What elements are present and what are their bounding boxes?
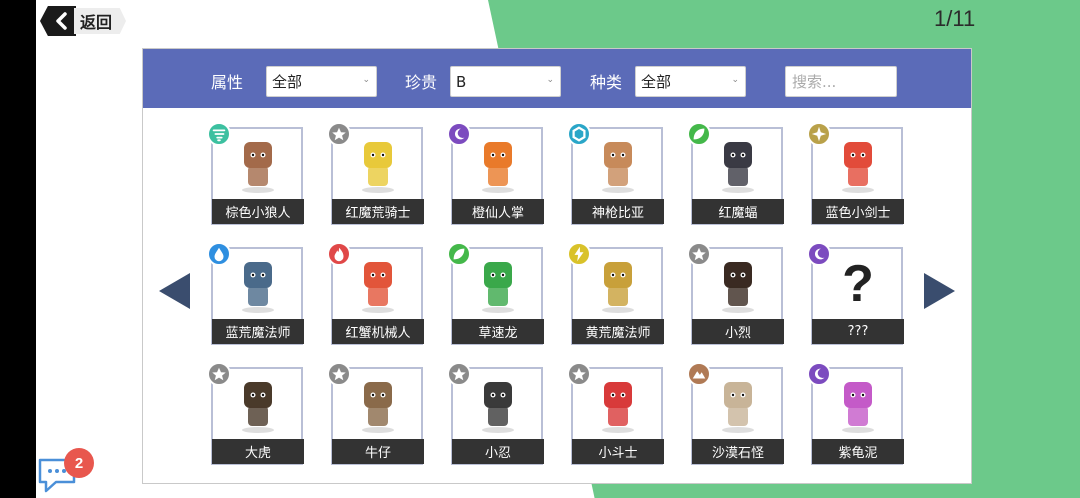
neutral-star-icon bbox=[207, 362, 231, 386]
monster-card[interactable]: 橙仙人掌 bbox=[447, 122, 544, 225]
monster-portrait bbox=[587, 253, 649, 315]
search-input[interactable]: 搜索... bbox=[785, 66, 897, 97]
back-arrow-icon bbox=[40, 6, 76, 36]
monster-name: 草速龙 bbox=[452, 319, 544, 344]
monster-card[interactable]: 草速龙 bbox=[447, 242, 544, 345]
monster-name: 沙漠石怪 bbox=[692, 439, 784, 464]
page-indicator: 1/11 bbox=[934, 6, 976, 31]
next-page-arrow-icon[interactable] bbox=[924, 273, 955, 309]
monster-card[interactable]: 小烈 bbox=[687, 242, 784, 345]
species-value: 全部 bbox=[641, 73, 672, 91]
neutral-star-icon bbox=[327, 362, 351, 386]
monster-name: 牛仔 bbox=[332, 439, 424, 464]
monster-portrait bbox=[347, 133, 409, 195]
monster-name: 小斗士 bbox=[572, 439, 664, 464]
monster-portrait bbox=[467, 253, 529, 315]
monster-name: 红蟹机械人 bbox=[332, 319, 424, 344]
monster-portrait bbox=[467, 373, 529, 435]
monster-name: 小烈 bbox=[692, 319, 784, 344]
back-label: 返回 bbox=[74, 8, 127, 34]
monster-name: 红魔荒骑士 bbox=[332, 199, 424, 224]
attribute-select[interactable]: 全部 ⌄ bbox=[266, 66, 377, 97]
chevron-down-icon: ⌄ bbox=[362, 75, 370, 85]
monster-grid: 棕色小狼人 红魔荒骑士 橙仙人掌 神枪比亚 红魔蝠 蓝色小剑士蓝荒魔法师 红蟹机械人 草速龙 黄… bbox=[207, 122, 904, 467]
species-select[interactable]: 全部 ⌄ bbox=[635, 66, 746, 97]
rarity-select[interactable]: B ⌄ bbox=[450, 66, 561, 97]
monster-portrait bbox=[707, 253, 769, 315]
wind-icon bbox=[207, 122, 231, 146]
neutral-star-icon bbox=[567, 362, 591, 386]
left-black-bar bbox=[0, 0, 36, 498]
lightning-icon bbox=[567, 242, 591, 266]
dark-moon-icon bbox=[447, 122, 471, 146]
light-ring-icon bbox=[567, 122, 591, 146]
monster-name: 大虎 bbox=[212, 439, 304, 464]
monster-card[interactable]: 小忍 bbox=[447, 362, 544, 465]
dark-moon-icon bbox=[807, 362, 831, 386]
monster-portrait bbox=[227, 253, 289, 315]
monster-portrait bbox=[227, 133, 289, 195]
water-drop-icon bbox=[207, 242, 231, 266]
filter-bar: 属性 全部 ⌄ 珍贵 B ⌄ 种类 全部 ⌄ 搜索... bbox=[143, 49, 971, 108]
monster-card[interactable]: 神枪比亚 bbox=[567, 122, 664, 225]
dark-moon-icon bbox=[807, 242, 831, 266]
monster-portrait bbox=[587, 133, 649, 195]
monster-portrait bbox=[587, 373, 649, 435]
monster-name: 黄荒魔法师 bbox=[572, 319, 664, 344]
notification-badge: 2 bbox=[64, 448, 94, 478]
species-label: 种类 bbox=[590, 73, 623, 92]
monster-card[interactable]: 紫龟泥 bbox=[807, 362, 904, 465]
monster-card[interactable]: 黄荒魔法师 bbox=[567, 242, 664, 345]
monster-portrait bbox=[347, 373, 409, 435]
monster-portrait bbox=[347, 253, 409, 315]
monster-card[interactable]: 蓝色小剑士 bbox=[807, 122, 904, 225]
monster-name: ??? bbox=[812, 319, 904, 344]
monster-card[interactable]: 红魔荒骑士 bbox=[327, 122, 424, 225]
monster-name: 棕色小狼人 bbox=[212, 199, 304, 224]
prev-page-arrow-icon[interactable] bbox=[159, 273, 190, 309]
monster-card[interactable]: 牛仔 bbox=[327, 362, 424, 465]
neutral-star-icon bbox=[327, 122, 351, 146]
neutral-star-icon bbox=[687, 242, 711, 266]
grass-leaf-icon bbox=[447, 242, 471, 266]
monster-portrait bbox=[467, 133, 529, 195]
monster-card[interactable]: 棕色小狼人 bbox=[207, 122, 304, 225]
monster-collection-panel: 属性 全部 ⌄ 珍贵 B ⌄ 种类 全部 ⌄ 搜索... 棕色小狼人 红魔荒骑士 橙… bbox=[142, 48, 972, 484]
attribute-value: 全部 bbox=[272, 73, 303, 91]
monster-card[interactable]: 大虎 bbox=[207, 362, 304, 465]
monster-card[interactable]: 红蟹机械人 bbox=[327, 242, 424, 345]
monster-name: 蓝荒魔法师 bbox=[212, 319, 304, 344]
monster-name: 红魔蝠 bbox=[692, 199, 784, 224]
monster-name: 橙仙人掌 bbox=[452, 199, 544, 224]
rarity-label: 珍贵 bbox=[405, 73, 438, 92]
monster-name: 小忍 bbox=[452, 439, 544, 464]
monster-card[interactable]: 小斗士 bbox=[567, 362, 664, 465]
attribute-label: 属性 bbox=[211, 73, 244, 92]
monster-portrait bbox=[707, 133, 769, 195]
monster-portrait: ? bbox=[842, 255, 874, 313]
sparkle-star-icon bbox=[807, 122, 831, 146]
monster-portrait bbox=[827, 133, 889, 195]
monster-card[interactable]: 沙漠石怪 bbox=[687, 362, 784, 465]
rarity-value: B bbox=[456, 72, 467, 91]
monster-portrait bbox=[707, 373, 769, 435]
chevron-down-icon: ⌄ bbox=[546, 75, 554, 85]
back-button[interactable]: 返回 bbox=[40, 6, 127, 36]
neutral-star-icon bbox=[447, 362, 471, 386]
fire-icon bbox=[327, 242, 351, 266]
grass-leaf-icon bbox=[687, 122, 711, 146]
monster-portrait bbox=[227, 373, 289, 435]
chevron-down-icon: ⌄ bbox=[731, 75, 739, 85]
monster-card[interactable]: 红魔蝠 bbox=[687, 122, 784, 225]
monster-card[interactable]: ???? bbox=[807, 242, 904, 345]
monster-name: 蓝色小剑士 bbox=[812, 199, 904, 224]
monster-name: 紫龟泥 bbox=[812, 439, 904, 464]
earth-mountain-icon bbox=[687, 362, 711, 386]
monster-portrait bbox=[827, 373, 889, 435]
monster-card[interactable]: 蓝荒魔法师 bbox=[207, 242, 304, 345]
monster-name: 神枪比亚 bbox=[572, 199, 664, 224]
